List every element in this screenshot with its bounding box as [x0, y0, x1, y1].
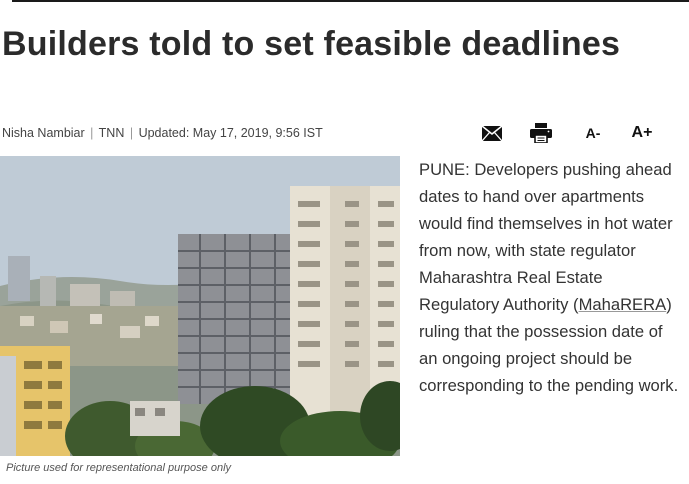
article-headline: Builders told to set feasible deadlines: [2, 25, 621, 63]
source-name: TNN: [98, 126, 125, 140]
article-image: [0, 156, 400, 456]
image-caption: Picture used for representational purpos…: [6, 462, 232, 474]
byline-separator: |: [90, 126, 94, 140]
article-tools: A- A+: [478, 120, 678, 146]
updated-timestamp: Updated: May 17, 2019, 9:56 IST: [138, 126, 323, 140]
body-intro: PUNE: Developers pushing ahead dates to …: [419, 160, 673, 314]
top-divider: [12, 0, 689, 2]
font-decrease-button[interactable]: A-: [582, 120, 604, 146]
maharera-link[interactable]: MahaRERA: [579, 295, 667, 314]
byline-separator: |: [129, 126, 134, 140]
article-body: PUNE: Developers pushing ahead dates to …: [419, 156, 681, 399]
byline: Nisha Nambiar | TNN | Updated: May 17, 2…: [2, 126, 323, 140]
print-icon[interactable]: [529, 120, 553, 146]
font-increase-button[interactable]: A+: [629, 120, 655, 146]
mail-icon[interactable]: [481, 120, 503, 146]
author-name[interactable]: Nisha Nambiar: [2, 126, 85, 140]
